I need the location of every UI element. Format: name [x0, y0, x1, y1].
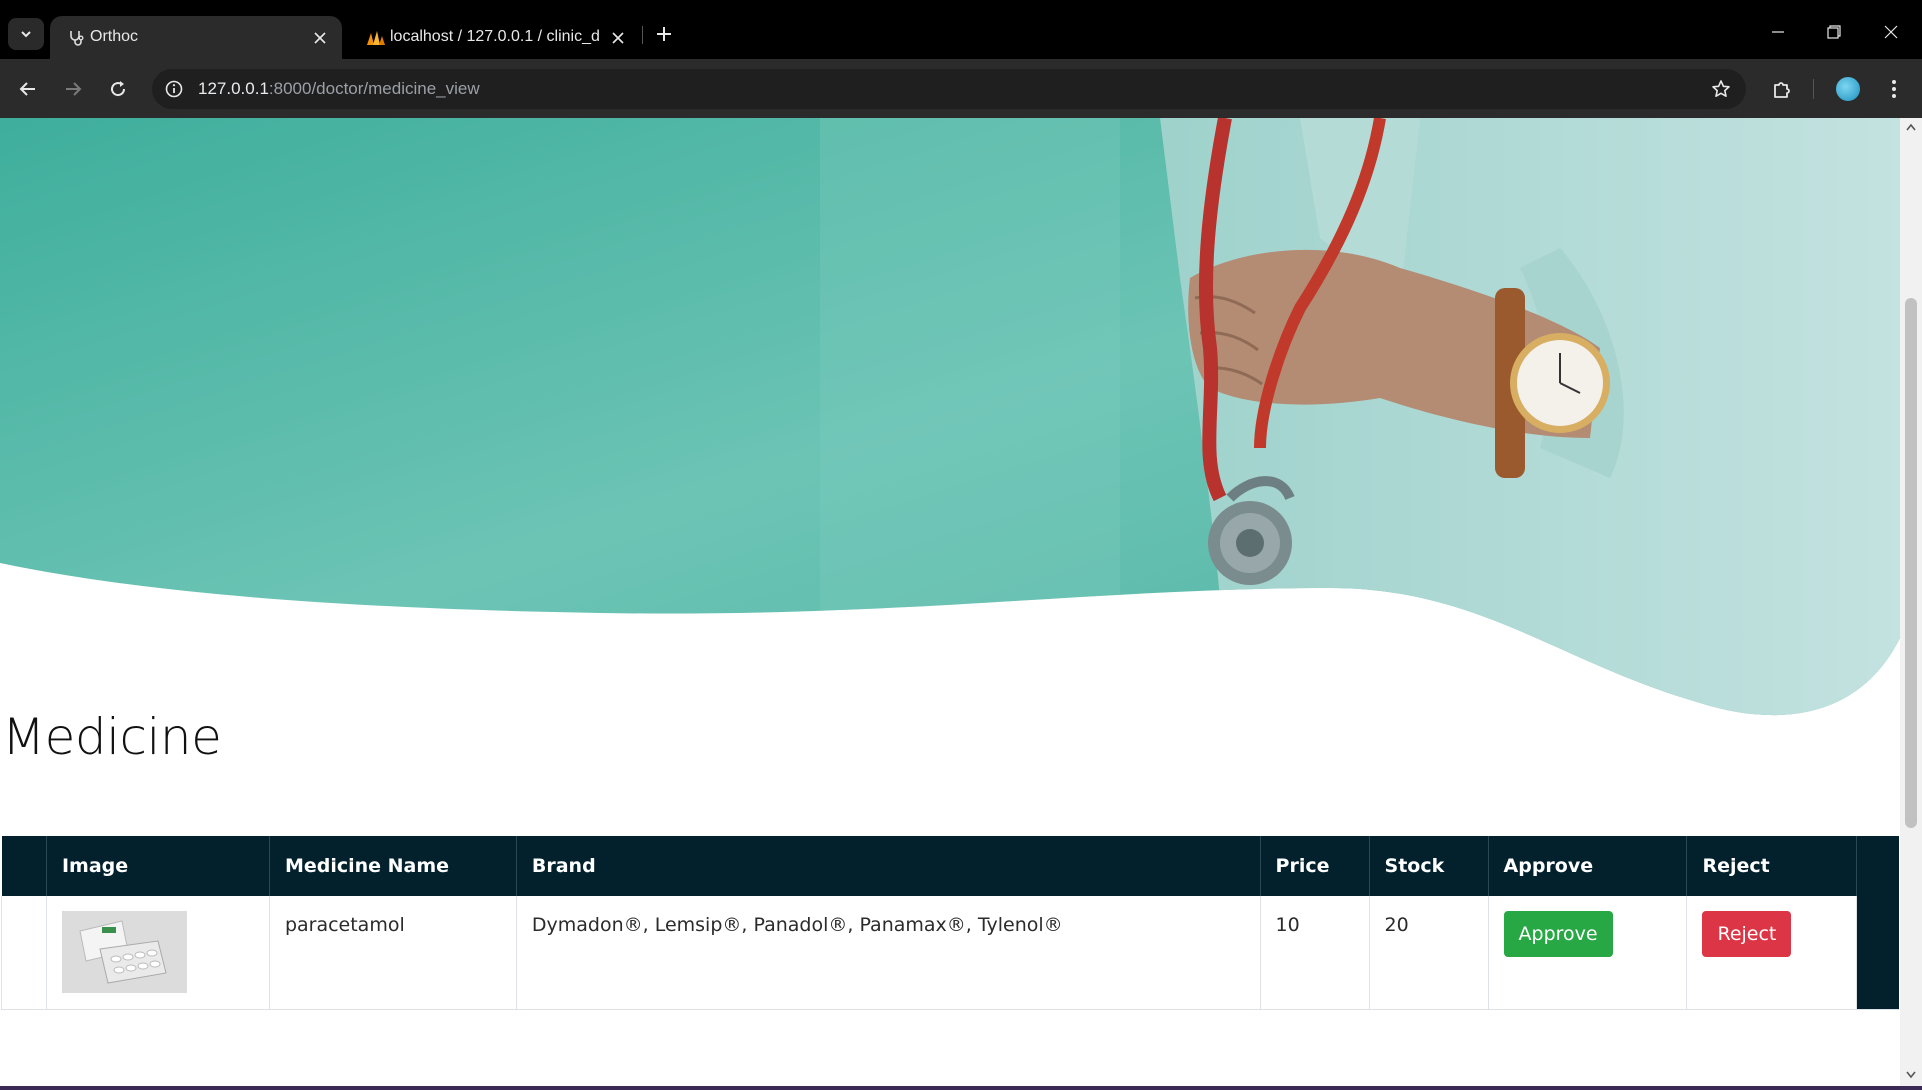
- window-bottom-edge: [0, 1086, 1922, 1090]
- header-brand: Brand: [516, 836, 1261, 896]
- reject-button[interactable]: Reject: [1702, 911, 1792, 957]
- restore-button[interactable]: [1811, 14, 1857, 50]
- extensions-button[interactable]: [1766, 73, 1798, 105]
- back-button[interactable]: [10, 71, 46, 107]
- page-title: Medicine: [2, 708, 222, 766]
- chevron-down-icon: [21, 31, 31, 38]
- header-reject: Reject: [1686, 836, 1858, 896]
- arrow-right-icon: [66, 82, 82, 96]
- medicine-image-cell: [46, 896, 270, 1010]
- tab-orthoc[interactable]: Orthoc: [50, 16, 342, 59]
- header-medicine-name: Medicine Name: [269, 836, 517, 896]
- phpmyadmin-icon: [366, 28, 386, 48]
- stethoscope-icon: [66, 28, 86, 48]
- arrow-left-icon: [19, 82, 35, 96]
- toolbar-divider: [1813, 79, 1814, 99]
- more-vertical-icon: [1892, 80, 1896, 98]
- reject-cell: Reject: [1686, 896, 1858, 1010]
- price-cell: 10: [1260, 896, 1370, 1010]
- close-icon: [1884, 25, 1898, 39]
- tab-separator: [642, 26, 643, 44]
- reload-icon: [111, 81, 126, 97]
- table-row: paracetamol Dymadon®, Lemsip®, Panadol®,…: [1, 896, 1899, 1010]
- approve-button[interactable]: Approve: [1503, 911, 1613, 957]
- header-image: Image: [46, 836, 270, 896]
- scroll-up-arrow-icon[interactable]: [1906, 122, 1916, 132]
- scrollbar-thumb[interactable]: [1905, 298, 1917, 828]
- close-window-button[interactable]: [1868, 14, 1914, 50]
- brand-cell: Dymadon®, Lemsip®, Panadol®, Panamax®, T…: [516, 896, 1261, 1010]
- bookmark-star-icon[interactable]: [1710, 78, 1732, 100]
- header-blank: [1, 836, 47, 896]
- header-approve: Approve: [1488, 836, 1688, 896]
- stock-cell: 20: [1369, 896, 1489, 1010]
- page-viewport: Medicine Image Medicine Name Brand Price…: [0, 118, 1922, 1086]
- header-price: Price: [1260, 836, 1370, 896]
- browser-toolbar: 127.0.0.1:8000/doctor/medicine_view: [0, 59, 1922, 118]
- medicine-table: Image Medicine Name Brand Price Stock Ap…: [1, 836, 1899, 1010]
- header-stock: Stock: [1369, 836, 1489, 896]
- reload-button[interactable]: [100, 71, 136, 107]
- tab-title: Orthoc: [90, 28, 139, 45]
- row-blank-cell: [1, 896, 47, 1010]
- close-tab-icon[interactable]: [608, 28, 628, 48]
- scroll-down-arrow-icon[interactable]: [1906, 1070, 1916, 1080]
- plus-icon: [657, 27, 671, 41]
- minimize-icon: [1772, 31, 1784, 33]
- address-bar[interactable]: 127.0.0.1:8000/doctor/medicine_view: [152, 69, 1746, 109]
- puzzle-icon: [1774, 82, 1790, 98]
- tab-phpmyadmin[interactable]: localhost / 127.0.0.1 / clinic_db: [350, 16, 640, 59]
- restore-icon: [1827, 25, 1841, 39]
- tab-title: localhost / 127.0.0.1 / clinic_db: [390, 28, 600, 45]
- browser-menu-button[interactable]: [1878, 73, 1910, 105]
- hero-doctor-image: [0, 118, 1900, 716]
- page-scrollbar[interactable]: [1900, 118, 1922, 1086]
- new-tab-button[interactable]: [650, 20, 678, 48]
- tab-search-button[interactable]: [8, 18, 44, 50]
- profile-avatar[interactable]: [1834, 75, 1862, 103]
- row-end-cell: [1856, 896, 1899, 1010]
- tab-strip: Orthoc localhost / 127.0.0.1 / clinic_db: [0, 0, 1922, 59]
- forward-button[interactable]: [55, 71, 91, 107]
- medicine-name-cell: paracetamol: [269, 896, 517, 1010]
- url-text: 127.0.0.1:8000/doctor/medicine_view: [198, 79, 480, 98]
- minimize-button[interactable]: [1755, 14, 1801, 50]
- table-header-row: Image Medicine Name Brand Price Stock Ap…: [1, 836, 1899, 896]
- header-blank-end: [1856, 836, 1899, 896]
- medicine-thumbnail: [61, 911, 187, 993]
- approve-cell: Approve: [1488, 896, 1688, 1010]
- site-info-icon[interactable]: [164, 79, 184, 99]
- close-tab-icon[interactable]: [310, 28, 330, 48]
